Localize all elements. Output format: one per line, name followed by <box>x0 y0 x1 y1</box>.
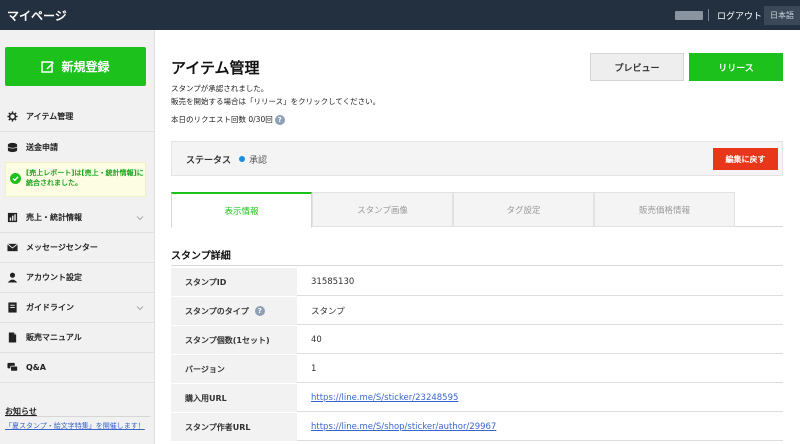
release-button[interactable]: リリース <box>689 53 783 81</box>
coin-icon <box>6 141 18 153</box>
sidebar-item-sales-manual[interactable]: 販売マニュアル <box>0 323 154 353</box>
row-label: 購入用URL <box>171 384 297 412</box>
row-label-text: 購入用URL <box>185 393 227 403</box>
author-url-link[interactable]: https://line.me/S/shop/sticker/author/29… <box>311 422 496 432</box>
mail-icon <box>6 242 18 254</box>
sidebar-item-remittance[interactable]: 送金申請 <box>0 132 154 162</box>
sidebar-item-label: メッセージセンター <box>26 243 98 252</box>
sidebar-item-label: アカウント設定 <box>26 273 82 282</box>
chat-icon <box>6 362 18 374</box>
sidebar-item-account-settings[interactable]: アカウント設定 <box>0 263 154 293</box>
sidebar-item-label: アイテム管理 <box>26 112 74 121</box>
divider <box>5 416 150 417</box>
new-registration-button[interactable]: 新規登録 <box>5 47 146 86</box>
top-bar: マイページ ログアウト 日本語 <box>0 0 800 30</box>
row-value: 31585130 <box>311 277 355 287</box>
book-icon <box>6 302 18 314</box>
new-registration-label: 新規登録 <box>61 60 110 74</box>
notice-text: [売上レポート]は[売上・統計情報]に統合されました。 <box>26 169 144 187</box>
language-selector[interactable]: 日本語 <box>764 6 800 25</box>
status-box: ステータス 承認 編集に戻す <box>171 141 783 176</box>
sidebar-item-label: 売上・統計情報 <box>26 213 82 222</box>
tab-display-info[interactable]: 表示情報 <box>171 192 312 228</box>
news-link[interactable]: 「夏スタンプ・絵文字特集」を開催します！ <box>5 421 150 431</box>
sidebar-item-label: Q&A <box>26 363 46 372</box>
sidebar-item-label: ガイドライン <box>26 303 74 312</box>
sidebar-item-guidelines[interactable]: ガイドライン <box>0 293 154 323</box>
row-label: スタンプID <box>171 268 297 296</box>
row-value: 40 <box>311 335 322 345</box>
help-icon[interactable]: ? <box>254 306 265 316</box>
row-value: https://line.me/S/sticker/23248595 <box>311 384 458 412</box>
row-label: スタンプ個数(1セット) <box>171 326 297 354</box>
row-label-text: スタンプのタイプ <box>185 306 249 316</box>
table-row: 購入用URL https://line.me/S/sticker/2324859… <box>171 384 783 412</box>
row-label: バージョン <box>171 355 297 383</box>
row-label: スタンプ作者URL <box>171 413 297 441</box>
check-circle-icon <box>10 173 21 184</box>
app-title: マイページ <box>7 9 67 23</box>
request-count-text: 本日のリクエスト回数 0/30回 <box>171 115 273 124</box>
table-row: バージョン 1 <box>171 355 783 383</box>
back-to-edit-button[interactable]: 編集に戻す <box>713 148 778 170</box>
row-label-text: バージョン <box>185 364 225 374</box>
sidebar-item-label: 販売マニュアル <box>26 333 82 342</box>
row-label: スタンプのタイプ? <box>171 297 297 325</box>
chart-icon <box>6 212 18 224</box>
sidebar-item-message-center[interactable]: メッセージセンター <box>0 233 154 263</box>
status-value: 承認 <box>249 156 268 166</box>
tab-tag-settings[interactable]: タグ設定 <box>453 192 594 227</box>
notice-box: [売上レポート]は[売上・統計情報]に統合されました。 <box>5 162 146 197</box>
help-icon[interactable]: ? <box>274 114 285 125</box>
row-label-text: スタンプ個数(1セット) <box>185 335 270 345</box>
table-row: スタンプ作者URL https://line.me/S/shop/sticker… <box>171 413 783 441</box>
row-value: スタンプ <box>311 307 345 317</box>
logout-link[interactable]: ログアウト <box>717 9 762 22</box>
table-row: スタンプ個数(1セット) 40 <box>171 326 783 354</box>
table-row: スタンプのタイプ? スタンプ <box>171 297 783 325</box>
sidebar-item-qa[interactable]: Q&A <box>0 353 154 383</box>
gear-icon <box>6 111 18 123</box>
row-label-text: スタンプ作者URL <box>185 422 251 432</box>
tab-bar: 表示情報 スタンプ画像 タグ設定 販売価格情報 <box>171 192 783 228</box>
status-label: ステータス <box>186 156 232 166</box>
chevron-down-icon <box>136 306 144 311</box>
row-value: https://line.me/S/shop/sticker/author/29… <box>311 413 496 441</box>
release-instruction: 販売を開始する場合は「リリース」をクリックしてください。 <box>171 97 381 106</box>
section-title: スタンプ詳細 <box>171 251 231 262</box>
sidebar-item-item-management[interactable]: アイテム管理 <box>0 102 154 132</box>
chevron-down-icon <box>136 216 144 221</box>
divider <box>171 265 783 266</box>
row-label-text: スタンプID <box>185 277 227 287</box>
purchase-url-link[interactable]: https://line.me/S/sticker/23248595 <box>311 393 458 403</box>
document-icon <box>6 332 18 344</box>
divider <box>708 9 709 21</box>
user-name-blurred[interactable] <box>675 11 703 20</box>
sidebar: 新規登録 アイテム管理 送金申請 [売上レポート]は[売上・統計情報]に統合され… <box>0 30 155 444</box>
table-row: スタンプID 31585130 <box>171 268 783 296</box>
approval-message: スタンプが承認されました。 <box>171 84 269 93</box>
edit-icon <box>41 60 55 73</box>
tab-sticker-images[interactable]: スタンプ画像 <box>312 192 453 227</box>
request-count: 本日のリクエスト回数 0/30回 ? <box>171 114 285 125</box>
sidebar-item-sales-stats[interactable]: 売上・統計情報 <box>0 203 154 233</box>
tab-price-info[interactable]: 販売価格情報 <box>594 192 735 227</box>
status-dot-icon <box>239 156 245 162</box>
page-title: アイテム管理 <box>171 59 260 77</box>
row-value: 1 <box>311 364 317 374</box>
user-icon <box>6 272 18 284</box>
preview-button[interactable]: プレビュー <box>590 53 684 81</box>
sidebar-item-label: 送金申請 <box>26 142 58 152</box>
